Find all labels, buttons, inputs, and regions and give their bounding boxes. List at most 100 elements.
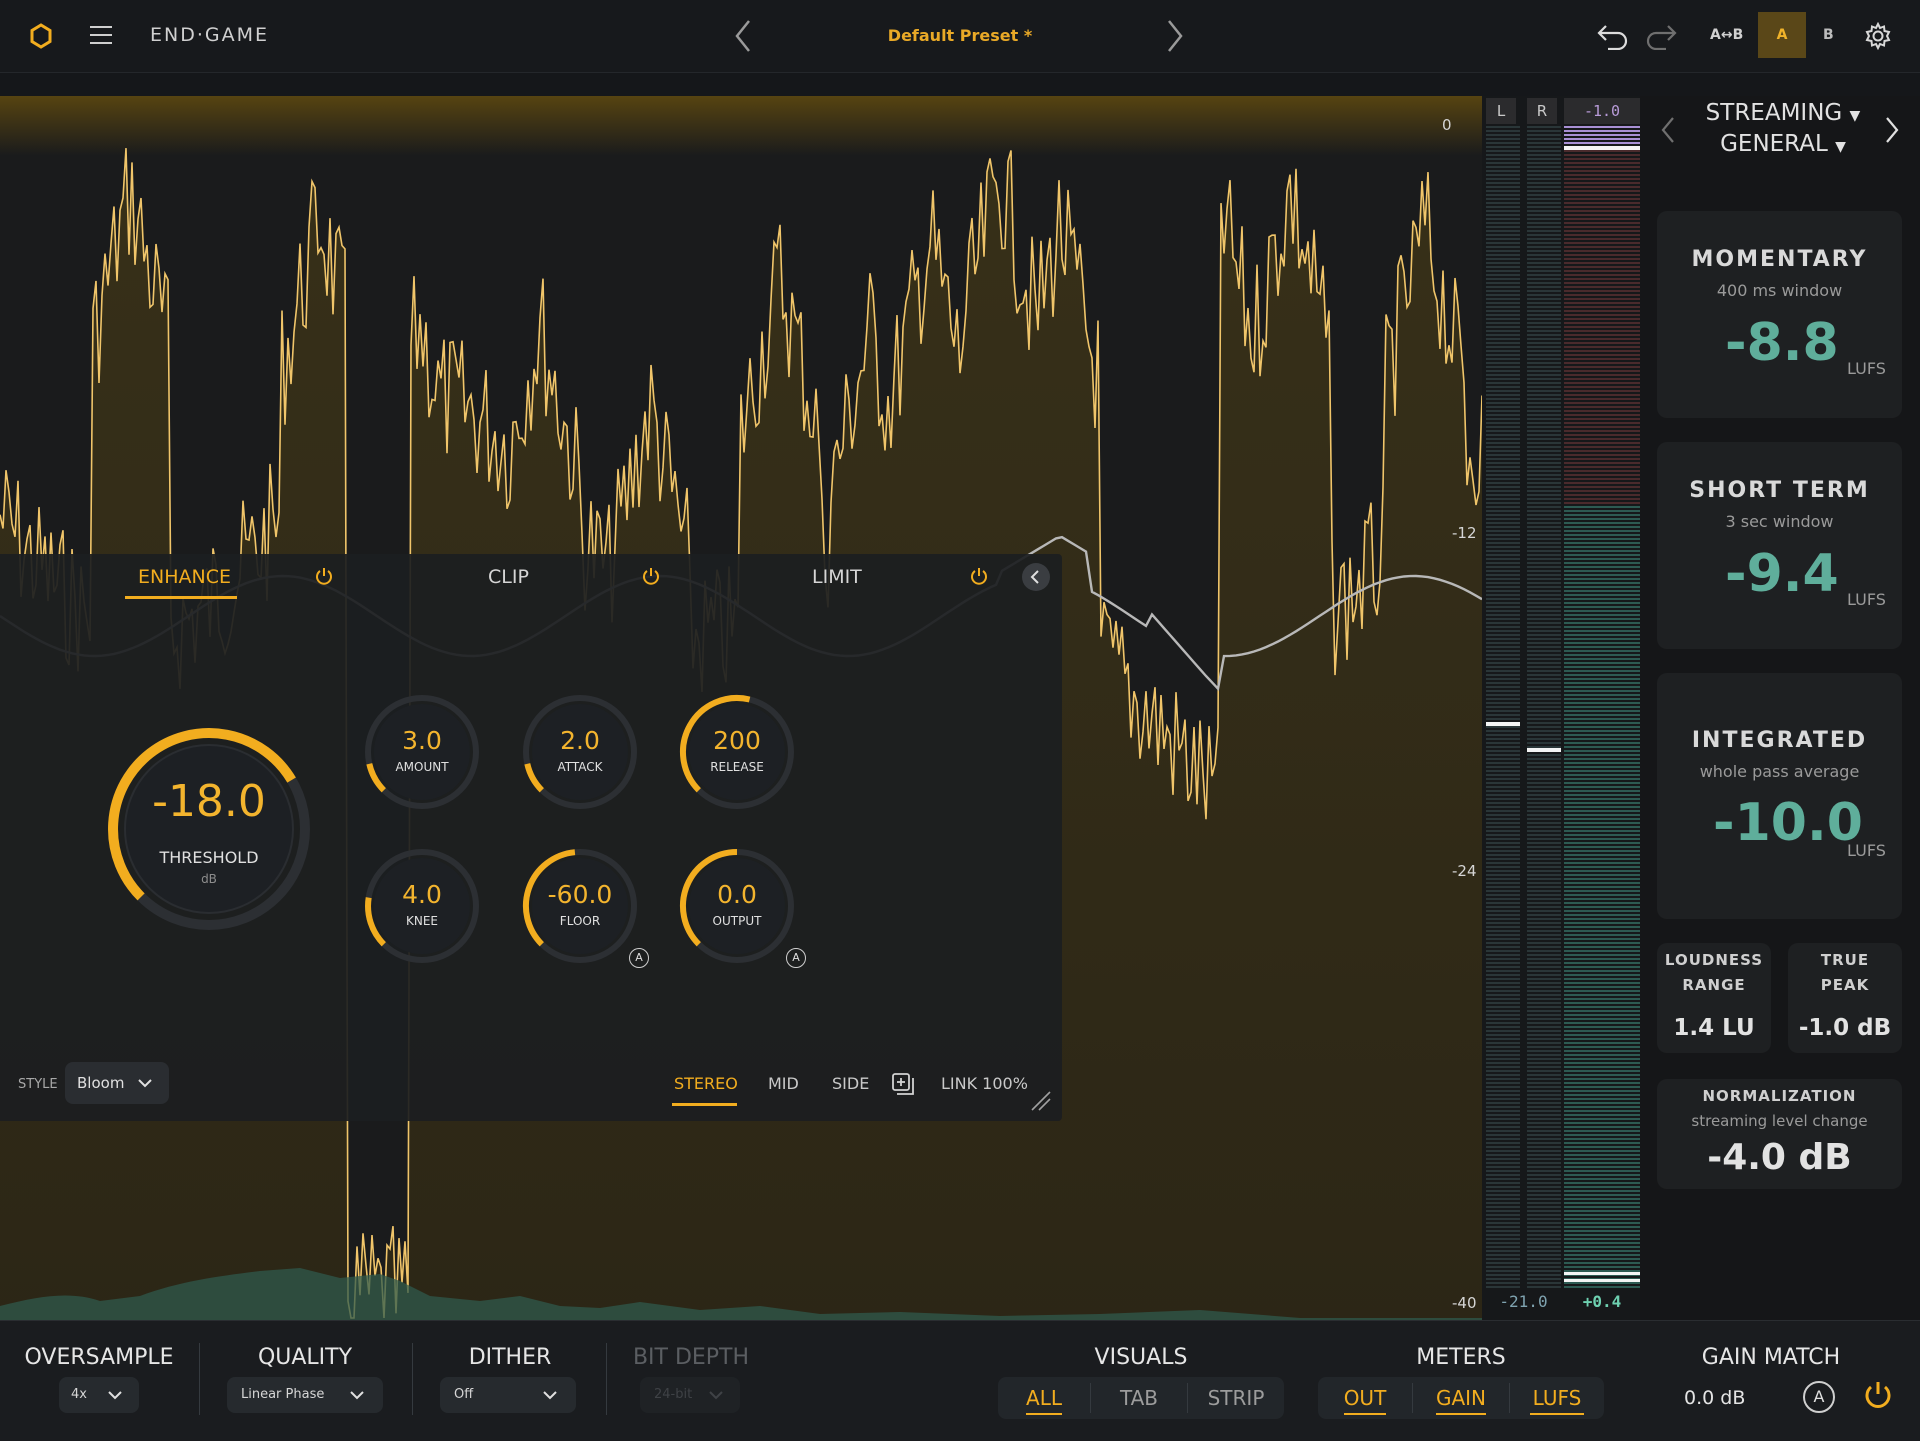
momentary-title: MOMENTARY: [1691, 247, 1868, 272]
integrated-value: -10.0: [1713, 793, 1863, 853]
integrated-title: INTEGRATED: [1691, 728, 1868, 753]
meters-segmented: OUT GAIN LUFS: [1318, 1377, 1604, 1419]
release-label: RELEASE: [710, 760, 764, 774]
level-meters: L R -1.0 -21.0 +0.4: [1482, 96, 1640, 1320]
release-knob[interactable]: 200 RELEASE: [677, 692, 797, 812]
gain-match-value[interactable]: 0.0 dB: [1684, 1387, 1745, 1409]
next-preset-icon[interactable]: [1165, 18, 1185, 58]
amount-knob[interactable]: 3.0 AMOUNT: [362, 692, 482, 812]
oversample-value: 4x: [71, 1387, 87, 1402]
settings-gear-icon[interactable]: [1864, 21, 1892, 54]
meters-gain[interactable]: GAIN: [1413, 1386, 1509, 1410]
redo-icon[interactable]: [1644, 22, 1678, 54]
meters-lufs-underline: [1530, 1413, 1584, 1415]
meters-out[interactable]: OUT: [1318, 1386, 1412, 1410]
previous-standard-icon[interactable]: [1660, 116, 1676, 148]
enhance-power-icon[interactable]: [314, 566, 334, 592]
tab-limit[interactable]: LIMIT: [812, 566, 862, 588]
momentary-card: MOMENTARY 400 ms window -8.8 LUFS: [1657, 211, 1902, 418]
knee-value: 4.0: [402, 880, 442, 909]
footer-divider: [412, 1343, 413, 1415]
undo-icon[interactable]: [1596, 22, 1630, 54]
chevron-down-icon: [137, 1075, 153, 1095]
standard-caret-icon: ▼: [1849, 108, 1861, 124]
hamburger-menu-icon[interactable]: [88, 24, 114, 50]
knee-knob[interactable]: 4.0 KNEE: [362, 846, 482, 966]
mode-side[interactable]: SIDE: [832, 1074, 869, 1093]
floor-knob[interactable]: -60.0 FLOOR: [520, 846, 640, 966]
momentary-sub: 400 ms window: [1716, 281, 1843, 300]
bottom-bar: OVERSAMPLE 4x QUALITY Linear Phase DITHE…: [0, 1320, 1920, 1441]
db-label-0: 0: [1442, 116, 1452, 134]
style-dropdown[interactable]: Bloom: [65, 1062, 169, 1104]
release-value: 200: [713, 726, 761, 755]
visuals-title: VISUALS: [1094, 1345, 1188, 1370]
tab-clip[interactable]: CLIP: [488, 566, 529, 588]
oversample-dropdown[interactable]: 4x: [59, 1377, 139, 1413]
short-term-unit: LUFS: [1847, 590, 1886, 609]
profile-value: GENERAL: [1720, 131, 1828, 157]
bit-depth-value: 24-bit: [654, 1387, 693, 1402]
footer-divider: [199, 1343, 200, 1415]
tab-enhance[interactable]: ENHANCE: [138, 566, 231, 588]
gain-match-auto-button[interactable]: A: [1803, 1381, 1835, 1413]
visuals-strip[interactable]: STRIP: [1188, 1386, 1284, 1410]
loudness-range-value: 1.4 LU: [1673, 1015, 1755, 1041]
mode-mid[interactable]: MID: [768, 1074, 799, 1093]
threshold-knob[interactable]: -18.0 THRESHOLD dB: [104, 724, 314, 934]
short-term-title: SHORT TERM: [1689, 478, 1870, 503]
bit-depth-title: BIT DEPTH: [632, 1345, 750, 1370]
meter-left-peak: [1486, 722, 1520, 726]
db-label-12: -12: [1452, 524, 1477, 542]
limit-power-icon[interactable]: [969, 566, 989, 592]
meter-bottom-left: -21.0: [1499, 1292, 1548, 1311]
slot-b-button[interactable]: B: [1823, 27, 1834, 43]
ab-compare-button[interactable]: A↔B: [1710, 27, 1743, 43]
bypass-power-icon[interactable]: [1862, 1379, 1894, 1417]
gain-match-title: GAIN MATCH: [1701, 1345, 1841, 1370]
short-term-sub: 3 sec window: [1725, 512, 1834, 531]
peak-marker: [1564, 146, 1640, 150]
quality-dropdown[interactable]: Linear Phase: [227, 1377, 383, 1413]
bit-depth-dropdown[interactable]: 24-bit: [640, 1377, 740, 1413]
link-amount[interactable]: LINK 100%: [941, 1074, 1028, 1093]
floor-auto-badge[interactable]: A: [629, 948, 649, 968]
visuals-segmented: ALL TAB STRIP: [998, 1377, 1284, 1419]
short-term-value: -9.4: [1725, 544, 1839, 604]
quality-title: QUALITY: [257, 1345, 353, 1370]
normalization-value: -4.0 dB: [1707, 1137, 1852, 1178]
visuals-tab[interactable]: TAB: [1091, 1386, 1187, 1410]
normalization-title: NORMALIZATION: [1702, 1087, 1857, 1105]
true-peak-title-2: PEAK: [1820, 976, 1870, 994]
normalization-sub: streaming level change: [1691, 1112, 1868, 1130]
meters-lufs[interactable]: LUFS: [1510, 1386, 1604, 1410]
resize-handle-icon[interactable]: [1030, 1090, 1052, 1116]
output-auto-badge[interactable]: A: [786, 948, 806, 968]
integrated-unit: LUFS: [1847, 841, 1886, 860]
floor-value: -60.0: [547, 880, 613, 909]
attack-knob[interactable]: 2.0 ATTACK: [520, 692, 640, 812]
amount-value: 3.0: [402, 726, 442, 755]
preset-name[interactable]: Default Preset *: [860, 26, 1060, 45]
meters-out-underline: [1344, 1413, 1386, 1415]
hexagon-logo-icon[interactable]: [28, 22, 54, 54]
profile-dropdown[interactable]: GENERAL ▼: [1697, 131, 1869, 157]
slot-a-button[interactable]: A: [1758, 12, 1806, 58]
standard-dropdown[interactable]: STREAMING ▼: [1697, 100, 1869, 126]
next-standard-icon[interactable]: [1884, 116, 1900, 148]
visuals-all[interactable]: ALL: [998, 1386, 1090, 1410]
dither-dropdown[interactable]: Off: [440, 1377, 576, 1413]
previous-preset-icon[interactable]: [733, 18, 753, 58]
output-knob[interactable]: 0.0 OUTPUT: [677, 846, 797, 966]
integrated-sub: whole pass average: [1699, 762, 1860, 781]
collapse-panel-icon[interactable]: [1021, 562, 1051, 596]
meter-left-label: L: [1486, 98, 1516, 124]
app-title: END·GAME: [150, 24, 270, 46]
threshold-unit: dB: [201, 872, 217, 886]
mode-stereo[interactable]: STEREO: [674, 1074, 738, 1093]
style-label: STYLE: [18, 1077, 58, 1092]
clip-power-icon[interactable]: [641, 566, 661, 592]
knee-label: KNEE: [405, 914, 438, 928]
link-add-icon[interactable]: [891, 1072, 915, 1100]
attack-label: ATTACK: [557, 760, 603, 774]
